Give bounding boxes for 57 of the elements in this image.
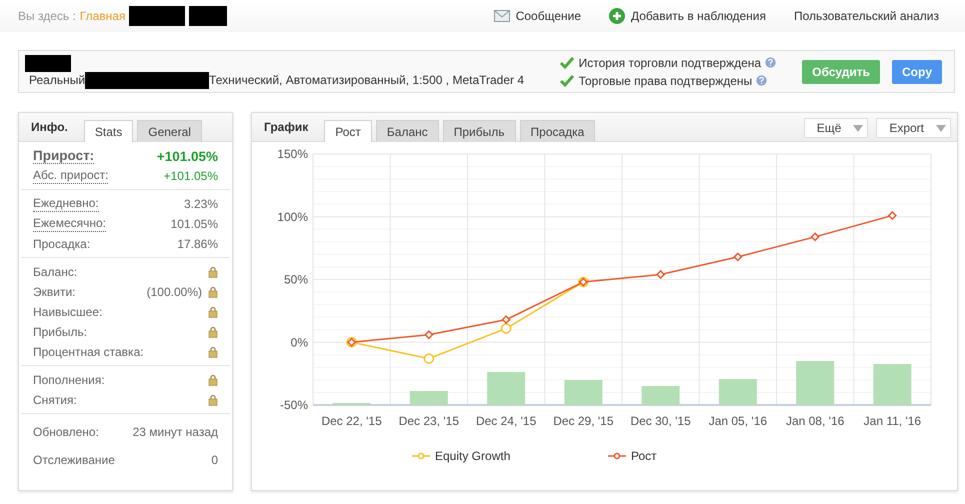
axis-tick-label: Dec 22, '15	[321, 414, 382, 428]
stat-value: 0	[211, 453, 218, 467]
stat-label: Процентная ставка:	[33, 345, 144, 359]
tab[interactable]: Stats	[84, 120, 134, 142]
stat-label: Пополнения:	[33, 373, 105, 387]
axis-tick-label: 150%	[277, 147, 308, 161]
axis-tick-label: 50%	[284, 272, 308, 286]
tab[interactable]: Баланс	[376, 120, 439, 142]
stat-label: Обновлено:	[33, 425, 99, 439]
stat-value: 3.23%	[184, 197, 218, 211]
tab[interactable]: General	[137, 120, 202, 142]
stat-label: Наивысшее:	[33, 305, 102, 319]
verification-text: История торговли подтверждена	[578, 56, 762, 70]
axis-tick-label: 100%	[277, 210, 308, 224]
panel-title: График	[263, 120, 310, 134]
stat-label: Ежедневно:	[33, 196, 99, 212]
stat-label: Просадка:	[33, 237, 90, 251]
stat-label: Ежемесячно:	[33, 216, 106, 232]
stat-value: 101.05%	[170, 217, 218, 231]
dropdown-button[interactable]: Export	[876, 118, 951, 138]
message-link[interactable]: Сообщение	[494, 9, 581, 23]
stat-label: Прибыль:	[33, 325, 88, 339]
stat-label: Абс. прирост:	[33, 168, 108, 184]
axis-tick-label: Jan 11, '16	[864, 414, 922, 428]
stat-label: Снятия:	[33, 393, 77, 407]
verification-text: Торговые права подтверждены	[578, 74, 752, 88]
analysis-link[interactable]: Пользовательский анализ	[794, 9, 939, 23]
stat-value: (100.00%)	[146, 285, 202, 299]
axis-tick-label: Dec 29, '15	[553, 414, 614, 428]
watch-link[interactable]: Добавить в наблюдения	[609, 8, 766, 24]
legend-item[interactable]: Equity Growth	[412, 449, 510, 463]
panel-title: Инфо.	[30, 120, 69, 134]
tab[interactable]: Прибыль	[442, 120, 516, 142]
tab[interactable]: Просадка	[520, 120, 596, 142]
stat-value: +101.05%	[156, 148, 218, 164]
tab[interactable]: Рост	[324, 120, 372, 142]
axis-tick-label: 0%	[290, 335, 308, 350]
breadcrumb-label: Вы здесь :	[18, 9, 76, 23]
stat-value: 17.86%	[177, 237, 218, 251]
axis-tick-label: Dec 23, '15	[398, 414, 460, 428]
legend-label: Рост	[631, 449, 658, 463]
stat-label: Эквити:	[33, 285, 76, 299]
stat-value: 23 минут назад	[132, 425, 218, 439]
stat-value: +101.05%	[164, 169, 218, 183]
legend-item[interactable]: Рост	[608, 449, 657, 463]
account-details: Технический, Автоматизированный, 1:500 , MetaTrader 4	[209, 73, 524, 87]
axis-tick-label: Dec 24, '15	[476, 414, 536, 428]
dropdown-button[interactable]: Ещё	[804, 118, 868, 138]
legend-label: Equity Growth	[435, 449, 510, 463]
axis-tick-label: Dec 30, '15	[630, 414, 691, 428]
stat-label: Отслеживание	[33, 453, 115, 467]
axis-tick-label: -50%	[280, 398, 308, 412]
stat-label: Прирост:	[33, 148, 94, 164]
axis-tick-label: Jan 05, '16	[708, 414, 768, 428]
axis-tick-label: Jan 08, '16	[786, 414, 844, 428]
account-type: Реальный	[29, 73, 86, 87]
stat-label: Баланс:	[33, 265, 78, 279]
